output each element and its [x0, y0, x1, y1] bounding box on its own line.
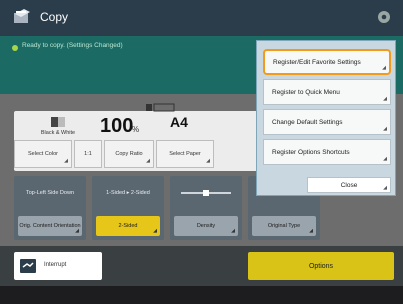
arrow-icon: ◢: [383, 126, 387, 132]
footer: [0, 286, 403, 304]
interrupt-label: Interrupt: [44, 262, 67, 268]
orientation-value: Top-Left Side Down: [26, 189, 74, 196]
gear-icon[interactable]: [375, 8, 393, 26]
copy-ratio-button[interactable]: Copy Ratio ◢: [104, 140, 154, 168]
two-sided-button-label: 2-Sided: [118, 222, 138, 229]
select-color-button[interactable]: Select Color ◢: [14, 140, 72, 168]
menu-item-label: Register to Quick Menu: [272, 88, 340, 96]
black-white-icon: [51, 117, 65, 127]
arrow-icon: ◢: [153, 227, 157, 234]
select-color-label: Select Color: [28, 150, 58, 157]
arrow-icon: ◢: [383, 185, 387, 191]
original-type-button[interactable]: Original Type ◢: [252, 216, 316, 236]
copy-screen: Copy Ready to copy. (Settings Changed) B…: [0, 0, 403, 304]
app-title: Copy: [40, 10, 69, 24]
paper-size-value: A4: [170, 114, 188, 130]
arrow-icon: ◢: [64, 158, 68, 164]
close-label: Close: [340, 181, 358, 189]
menu-item-label: Change Default Settings: [272, 118, 343, 126]
arrow-icon: ◢: [382, 65, 386, 71]
arrow-icon: ◢: [206, 158, 210, 164]
close-button[interactable]: Close ◢: [307, 177, 391, 193]
interrupt-button[interactable]: Interrupt: [14, 252, 102, 280]
two-sided-tile: 1-Sided ▸ 2-Sided 2-Sided ◢: [92, 176, 164, 240]
arrow-icon: ◢: [146, 158, 150, 164]
arrow-icon: ◢: [231, 227, 235, 234]
menu-item-register-to-quick-menu[interactable]: Register to Quick Menu ◢: [263, 79, 391, 105]
two-sided-button[interactable]: 2-Sided ◢: [96, 216, 160, 236]
settings-menu-popup: Register/Edit Favorite Settings ◢ Registe…: [256, 40, 396, 196]
arrow-icon: ◢: [75, 227, 79, 234]
orientation-tile: Top-Left Side Down Orig. Content Orienta…: [14, 176, 86, 240]
density-tile: Density ◢: [170, 176, 242, 240]
menu-item-change-default-settings[interactable]: Change Default Settings ◢: [263, 109, 391, 135]
copy-app-icon: [14, 9, 30, 23]
one-to-one-label: 1:1: [84, 150, 92, 157]
density-scale-icon: [181, 190, 231, 196]
copy-ratio-label: Copy Ratio: [115, 150, 143, 157]
interrupt-icon: [20, 259, 36, 273]
options-label: Options: [308, 262, 334, 270]
copy-ratio-value: 100: [100, 115, 134, 137]
menu-item-label: Register Options Shortcuts: [272, 148, 350, 156]
arrow-icon: ◢: [309, 227, 313, 234]
select-paper-button[interactable]: Select Paper ◢: [156, 140, 214, 168]
paper-drawer-icon: [146, 103, 175, 112]
density-scale: [170, 176, 242, 210]
status-indicator-icon: [12, 45, 18, 51]
orientation-button-label: Orig. Content Orientation: [19, 222, 81, 229]
select-paper-label: Select Paper: [169, 150, 201, 157]
menu-item-register-options-shortcuts[interactable]: Register Options Shortcuts ◢: [263, 139, 391, 165]
title-bar: Copy: [0, 0, 403, 36]
two-sided-value: 1-Sided ▸ 2-Sided: [106, 189, 150, 196]
one-to-one-button[interactable]: 1:1: [74, 140, 102, 168]
ratio-unit: %: [132, 125, 140, 134]
density-button[interactable]: Density ◢: [174, 216, 238, 236]
original-type-button-label: Original Type: [267, 222, 301, 229]
orig-content-orientation-button[interactable]: Orig. Content Orientation ◢: [18, 216, 82, 236]
options-button[interactable]: Options: [248, 252, 394, 280]
menu-item-register-edit-favorite-settings[interactable]: Register/Edit Favorite Settings ◢: [263, 49, 391, 75]
menu-item-label: Register/Edit Favorite Settings: [273, 58, 361, 66]
arrow-icon: ◢: [383, 156, 387, 162]
arrow-icon: ◢: [383, 96, 387, 102]
status-message: Ready to copy. (Settings Changed): [22, 42, 123, 49]
density-button-label: Density: [196, 222, 216, 229]
color-mode-value: Black & White: [40, 130, 76, 136]
